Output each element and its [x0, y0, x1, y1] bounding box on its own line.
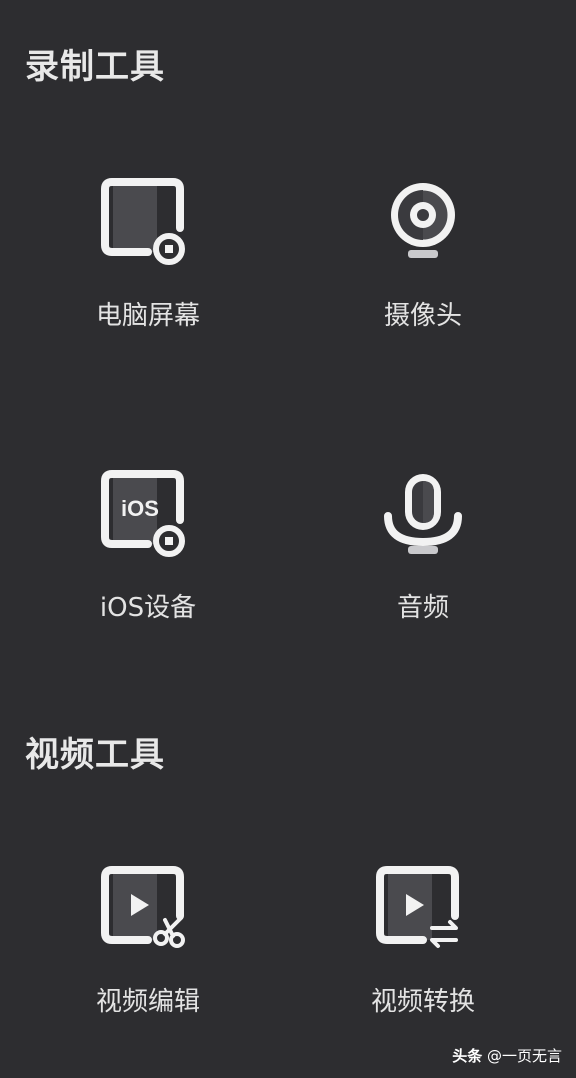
tool-webcam[interactable]: 摄像头 [313, 170, 533, 340]
tool-screen-record[interactable]: 电脑屏幕 [38, 170, 258, 340]
microphone-icon [384, 474, 462, 554]
video-edit-icon [101, 866, 185, 948]
tool-label: 电脑屏幕 [95, 301, 200, 331]
tool-label: 音频 [396, 593, 449, 623]
watermark: 头条 @一页无言 [452, 1046, 562, 1066]
tool-ios-record[interactable]: iOS iOS设备 [38, 462, 258, 632]
section-title-video: 视频工具 [25, 735, 165, 775]
tool-label: 摄像头 [383, 301, 462, 331]
watermark-brand: 头条 [452, 1047, 483, 1065]
webcam-icon [391, 183, 455, 258]
tool-label: 视频转换 [370, 987, 475, 1017]
tool-label: 视频编辑 [95, 987, 200, 1017]
ios-device-record-icon: iOS [101, 470, 185, 557]
screen-record-icon [101, 178, 185, 265]
section-title-record: 录制工具 [25, 47, 165, 87]
tool-label: iOS设备 [99, 593, 197, 623]
watermark-handle: @一页无言 [486, 1047, 562, 1065]
tool-video-convert[interactable]: 视频转换 [313, 858, 533, 1028]
video-convert-icon [376, 866, 459, 948]
ios-icon-text: iOS [121, 496, 159, 521]
tool-video-edit[interactable]: 视频编辑 [38, 858, 258, 1028]
tool-audio[interactable]: 音频 [313, 462, 533, 632]
